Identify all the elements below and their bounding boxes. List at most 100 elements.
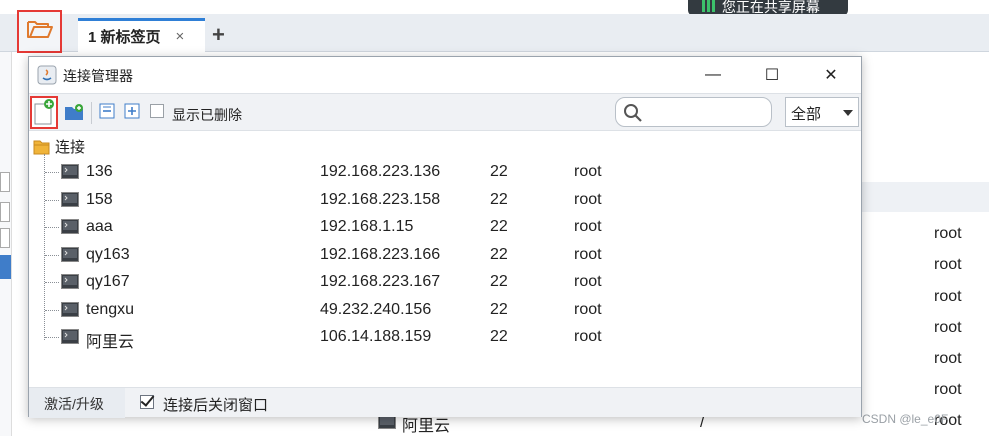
connection-user: root (574, 245, 602, 263)
left-panel-edge (0, 52, 12, 436)
dialog-titlebar[interactable]: 连接管理器 — ☐ ✕ (29, 57, 861, 93)
left-panel-field[interactable] (0, 172, 10, 192)
connection-port: 22 (490, 300, 508, 318)
signal-icon (700, 0, 718, 12)
dialog-footer: 激活/升级 连接后关闭窗口 (29, 387, 861, 418)
close-after-connect-label: 连接后关闭窗口 (163, 397, 269, 414)
search-input[interactable] (615, 97, 772, 127)
connection-row[interactable]: qy167 192.168.223.167 22 root (29, 269, 861, 296)
close-icon: ✕ (824, 67, 838, 84)
add-tab-button[interactable]: + (212, 22, 225, 48)
search-icon (623, 103, 643, 128)
activate-upgrade-button[interactable]: 激活/升级 (29, 388, 125, 418)
left-panel-selection (0, 255, 11, 279)
watermark: CSDN @le_e0F (862, 412, 949, 426)
left-panel-field[interactable] (0, 202, 10, 222)
connection-user: root (574, 300, 602, 318)
connection-user: root (574, 273, 602, 290)
connection-host: 192.168.223.167 (320, 273, 441, 290)
connection-row[interactable]: 158 192.168.223.158 22 root (29, 187, 861, 214)
maximize-icon: ☐ (764, 67, 780, 84)
connection-host: 192.168.223.166 (320, 245, 441, 263)
connection-host: 106.14.188.159 (320, 328, 432, 345)
connection-row[interactable]: 136 192.168.223.136 22 root (29, 159, 861, 186)
connection-port: 22 (490, 190, 508, 208)
connection-port: 22 (490, 328, 508, 345)
connection-name: 阿里云 (86, 334, 135, 351)
connection-port: 22 (490, 218, 508, 235)
connection-host: 192.168.223.136 (320, 163, 441, 180)
filter-select-value: 全部 (791, 106, 822, 123)
minimize-icon: — (705, 66, 721, 83)
background-table-header (860, 182, 989, 212)
tab-label: 1 新标签页 (88, 29, 161, 46)
tree-connector-line (45, 172, 59, 173)
dialog-toolbar: 显示已删除 全部 (29, 93, 861, 131)
close-button[interactable]: ✕ (808, 61, 854, 89)
background-user-cell: root (934, 256, 962, 273)
background-user-cell: root (934, 381, 962, 398)
connection-host: 192.168.1.15 (320, 218, 414, 235)
tree-connector-line (45, 282, 59, 283)
connection-user: root (574, 163, 602, 180)
dialog-title: 连接管理器 (63, 68, 133, 84)
terminal-icon (61, 219, 79, 234)
connection-port: 22 (490, 273, 508, 290)
terminal-icon (61, 191, 79, 207)
left-panel-field[interactable] (0, 228, 10, 248)
connection-name: 136 (86, 163, 113, 180)
terminal-icon (61, 246, 79, 262)
maximize-button[interactable]: ☐ (749, 61, 795, 89)
connection-host: 49.232.240.156 (320, 300, 432, 318)
folder-icon (33, 139, 50, 155)
tab-new[interactable]: 1 新标签页 × (78, 18, 205, 52)
show-deleted-checkbox[interactable] (150, 104, 164, 118)
close-after-connect-checkbox[interactable] (140, 395, 154, 409)
toolbar-separator (91, 102, 92, 124)
connection-row[interactable]: aaa 192.168.1.15 22 root (29, 214, 861, 241)
tab-close-icon[interactable]: × (176, 28, 185, 45)
connection-manager-dialog: 连接管理器 — ☐ ✕ 显示已删除 全部 连接 136 192.168.223.… (28, 56, 862, 418)
collapse-all-icon[interactable] (99, 103, 117, 121)
tree-connector-line (45, 254, 59, 256)
filter-select[interactable]: 全部 (785, 97, 859, 127)
tree-connector-line (45, 199, 59, 201)
tree-connector-line (45, 337, 59, 338)
connection-name: 158 (86, 190, 113, 208)
connection-name: tengxu (86, 300, 135, 318)
open-session-button[interactable] (17, 10, 62, 53)
terminal-icon (61, 301, 79, 317)
connection-user: root (574, 218, 602, 235)
new-connection-button[interactable] (30, 96, 58, 129)
expand-all-icon[interactable] (124, 103, 142, 121)
connection-user: root (574, 328, 602, 345)
show-deleted-label: 显示已删除 (172, 107, 242, 123)
connection-user: root (574, 190, 602, 208)
new-folder-icon[interactable] (64, 103, 83, 121)
connection-port: 22 (490, 245, 508, 263)
connection-name: qy167 (86, 273, 130, 290)
connection-port: 22 (490, 163, 508, 180)
background-user-cell: root (934, 350, 962, 367)
background-user-cell: root (934, 288, 962, 305)
connection-name: qy163 (86, 245, 130, 263)
connection-host: 192.168.223.158 (320, 190, 441, 208)
tree-connector-line (45, 227, 59, 228)
folder-open-icon (26, 18, 54, 45)
tree-connector-line (45, 309, 59, 311)
java-app-icon (37, 65, 57, 85)
chevron-down-icon (843, 110, 853, 116)
terminal-icon (61, 274, 79, 289)
share-banner-text: 您正在共享屏幕 (721, 0, 820, 15)
connection-name: aaa (86, 218, 113, 235)
background-user-cell: root (934, 225, 962, 242)
tree-root-node[interactable]: 连接 (33, 136, 85, 157)
background-user-cell: root (934, 319, 962, 336)
terminal-icon (378, 414, 396, 434)
terminal-icon (61, 164, 79, 179)
connection-row[interactable]: qy163 192.168.223.166 22 root (29, 242, 861, 269)
connection-row[interactable]: 阿里云 106.14.188.159 22 root (29, 324, 861, 351)
connection-row[interactable]: tengxu 49.232.240.156 22 root (29, 297, 861, 324)
connection-tree: 连接 136 192.168.223.136 22 root 158 192.168.22… (29, 132, 861, 387)
minimize-button[interactable]: — (690, 61, 736, 89)
